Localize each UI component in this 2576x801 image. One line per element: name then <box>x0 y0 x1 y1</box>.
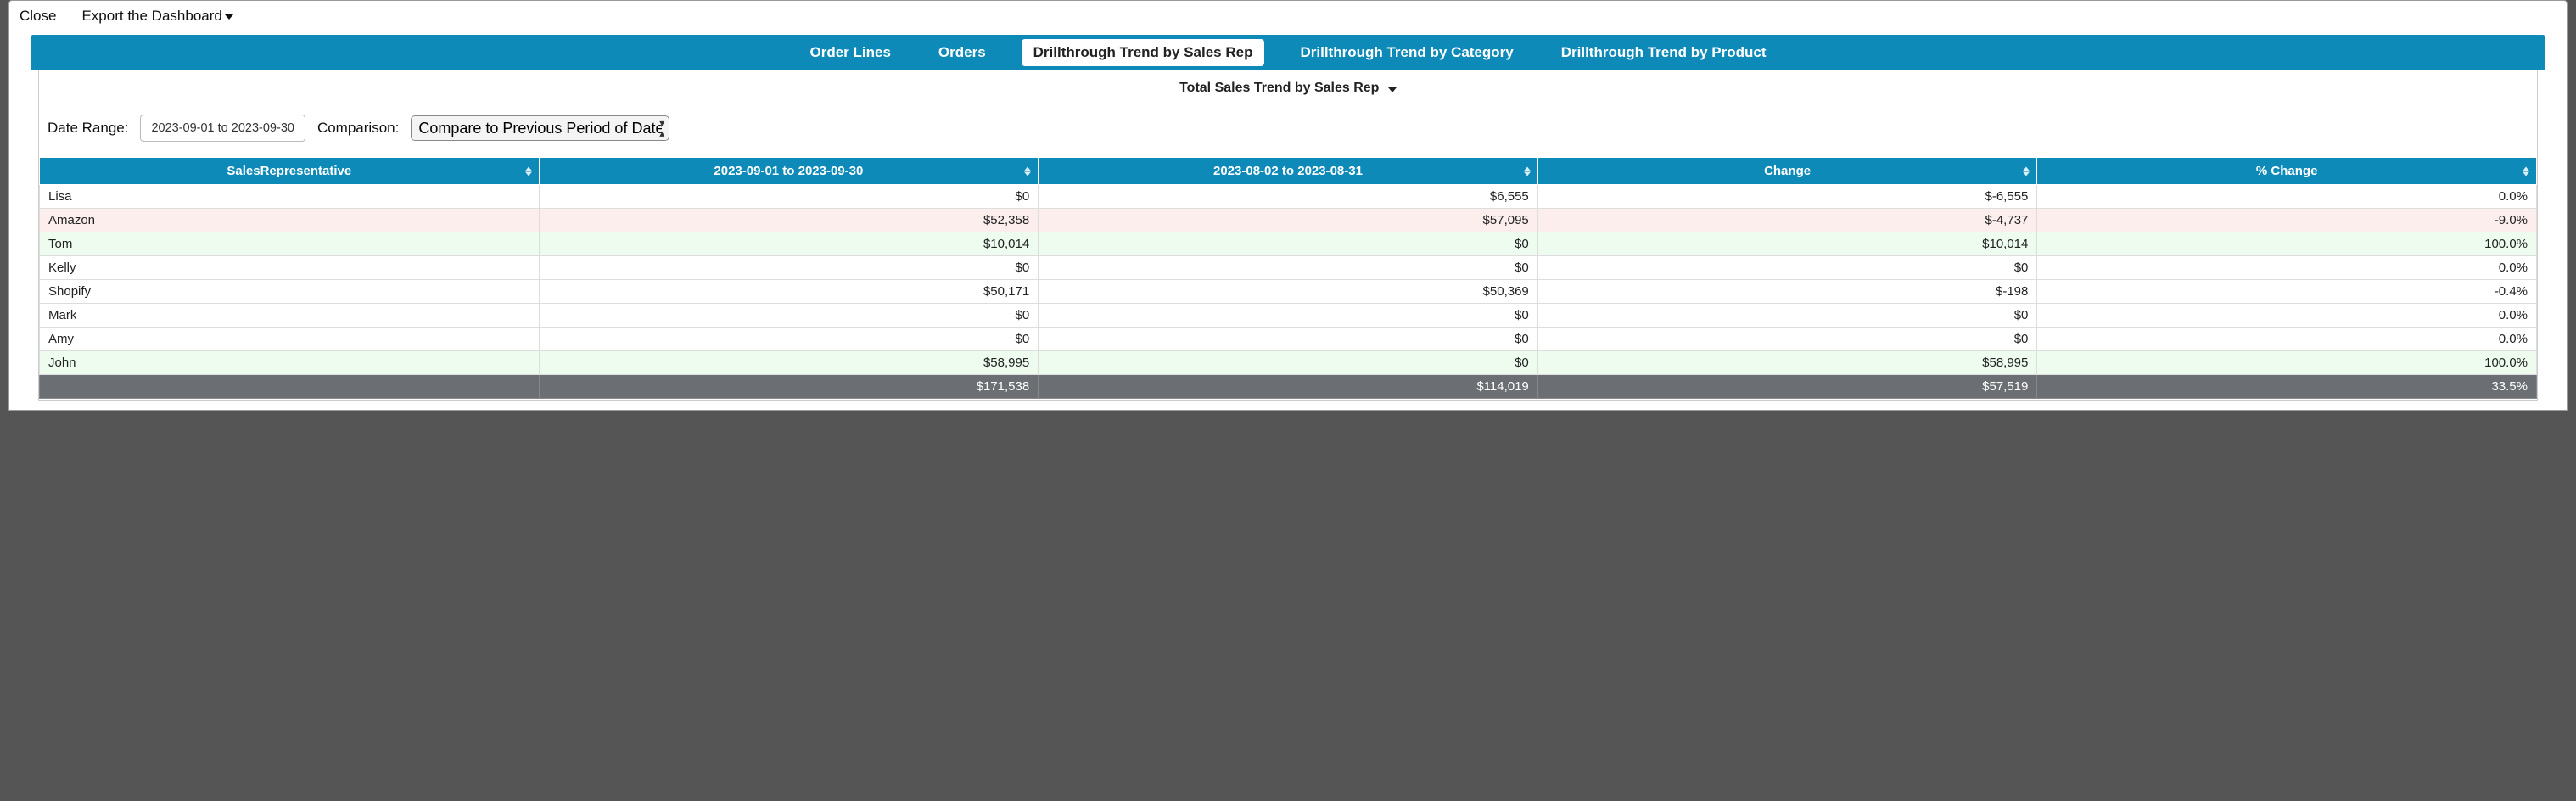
cell-period-current: $50,171 <box>539 280 1039 304</box>
export-dashboard-button[interactable]: Export the Dashboard <box>81 8 232 25</box>
col-period-current[interactable]: 2023-09-01 to 2023-09-30 <box>539 158 1039 185</box>
cell-sales-rep: Tom <box>40 232 540 256</box>
cell-change: $0 <box>1537 304 2037 328</box>
cell-period-current: $0 <box>539 304 1039 328</box>
table-row: Amy$0$0$00.0% <box>40 328 2537 351</box>
col-period-previous[interactable]: 2023-08-02 to 2023-08-31 <box>1039 158 1538 185</box>
col-sales-rep[interactable]: SalesRepresentative <box>40 158 540 185</box>
cell-pct-change: 100.0% <box>2037 351 2537 375</box>
cell-sales-rep: Mark <box>40 304 540 328</box>
modal-body: Order Lines Orders Drillthrough Trend by S… <box>9 35 2567 410</box>
caret-down-icon <box>1388 87 1397 92</box>
sort-icon <box>2023 166 2030 176</box>
cell-pct-change: 33.5% <box>2037 375 2537 399</box>
cell-change: $10,014 <box>1537 232 2037 256</box>
sales-trend-table: SalesRepresentative 2023-09-01 to 2023-0… <box>39 157 2537 399</box>
cell-change: $-4,737 <box>1537 209 2037 232</box>
tab-drillthrough-trend-by-sales-rep[interactable]: Drillthrough Trend by Sales Rep <box>1022 39 1265 66</box>
table-row: Kelly$0$0$00.0% <box>40 256 2537 280</box>
cell-period-current: $0 <box>539 328 1039 351</box>
comparison-select[interactable]: Compare to Previous Period of Date Range <box>411 115 669 141</box>
caret-down-icon <box>225 14 233 20</box>
col-change[interactable]: Change <box>1537 158 2037 185</box>
table-row: John$58,995$0$58,995100.0% <box>40 351 2537 375</box>
cell-pct-change: 100.0% <box>2037 232 2537 256</box>
cell-sales-rep: John <box>40 351 540 375</box>
modal-header: Close Export the Dashboard <box>9 1 2567 31</box>
cell-period-previous: $0 <box>1039 256 1538 280</box>
panel-title-dropdown[interactable]: Total Sales Trend by Sales Rep <box>39 70 2537 103</box>
close-label: Close <box>20 8 56 25</box>
tab-order-lines[interactable]: Order Lines <box>798 39 902 66</box>
sort-icon <box>2523 166 2529 176</box>
cell-change: $0 <box>1537 328 2037 351</box>
cell-period-previous: $114,019 <box>1039 375 1538 399</box>
cell-period-previous: $57,095 <box>1039 209 1538 232</box>
dashboard-modal: Close Export the Dashboard Order LinesOr… <box>8 0 2568 411</box>
cell-sales-rep <box>40 375 540 399</box>
cell-period-previous: $50,369 <box>1039 280 1538 304</box>
cell-sales-rep: Amazon <box>40 209 540 232</box>
table-row: Mark$0$0$00.0% <box>40 304 2537 328</box>
cell-period-current: $58,995 <box>539 351 1039 375</box>
cell-period-previous: $0 <box>1039 232 1538 256</box>
col-pct-change[interactable]: % Change <box>2037 158 2537 185</box>
comparison-label: Comparison: <box>317 120 399 137</box>
table-row: Shopify$50,171$50,369$-198-0.4% <box>40 280 2537 304</box>
table-row: Amazon$52,358$57,095$-4,737-9.0% <box>40 209 2537 232</box>
table-row: Lisa$0$6,555$-6,5550.0% <box>40 185 2537 209</box>
tabs-bar: Order Lines Orders Drillthrough Trend by S… <box>31 35 2545 70</box>
cell-change: $-6,555 <box>1537 185 2037 209</box>
cell-period-current: $52,358 <box>539 209 1039 232</box>
tab-orders[interactable]: Orders <box>927 39 998 66</box>
cell-period-previous: $0 <box>1039 328 1538 351</box>
cell-period-previous: $6,555 <box>1039 185 1538 209</box>
cell-change: $-198 <box>1537 280 2037 304</box>
cell-change: $0 <box>1537 256 2037 280</box>
table-header-row: SalesRepresentative 2023-09-01 to 2023-0… <box>40 158 2537 185</box>
cell-period-current: $0 <box>539 256 1039 280</box>
report-panel: Total Sales Trend by Sales Rep Date Rang… <box>38 70 2538 401</box>
cell-period-previous: $0 <box>1039 304 1538 328</box>
cell-period-current: $10,014 <box>539 232 1039 256</box>
cell-pct-change: -0.4% <box>2037 280 2537 304</box>
cell-sales-rep: Shopify <box>40 280 540 304</box>
cell-pct-change: 0.0% <box>2037 328 2537 351</box>
date-range-picker[interactable]: 2023-09-01 to 2023-09-30 <box>140 115 305 142</box>
cell-period-previous: $0 <box>1039 351 1538 375</box>
cell-sales-rep: Lisa <box>40 185 540 209</box>
filters-row: Date Range: 2023-09-01 to 2023-09-30 Com… <box>39 103 2537 157</box>
close-button[interactable]: Close <box>20 8 56 25</box>
col-sales-rep-label: SalesRepresentative <box>227 164 351 178</box>
col-period-current-label: 2023-09-01 to 2023-09-30 <box>714 164 863 178</box>
cell-pct-change: 0.0% <box>2037 256 2537 280</box>
cell-change: $57,519 <box>1537 375 2037 399</box>
date-range-label: Date Range: <box>48 120 128 137</box>
cell-pct-change: 0.0% <box>2037 304 2537 328</box>
sort-icon <box>525 166 532 176</box>
export-label: Export the Dashboard <box>81 8 221 25</box>
tab-drillthrough-trend-by-product[interactable]: Drillthrough Trend by Product <box>1549 39 1778 66</box>
sort-icon <box>1524 166 1531 176</box>
tab-drillthrough-trend-by-category[interactable]: Drillthrough Trend by Category <box>1288 39 1525 66</box>
table-row: Tom$10,014$0$10,014100.0% <box>40 232 2537 256</box>
col-change-label: Change <box>1764 164 1811 178</box>
cell-sales-rep: Kelly <box>40 256 540 280</box>
table-totals-row: $171,538$114,019$57,51933.5% <box>40 375 2537 399</box>
sort-icon <box>1024 166 1031 176</box>
col-period-previous-label: 2023-08-02 to 2023-08-31 <box>1213 164 1363 178</box>
cell-sales-rep: Amy <box>40 328 540 351</box>
cell-period-current: $0 <box>539 185 1039 209</box>
cell-period-current: $171,538 <box>539 375 1039 399</box>
comparison-select-wrap: Compare to Previous Period of Date Range… <box>411 115 669 141</box>
panel-title-text: Total Sales Trend by Sales Rep <box>1179 81 1379 95</box>
cell-change: $58,995 <box>1537 351 2037 375</box>
cell-pct-change: -9.0% <box>2037 209 2537 232</box>
cell-pct-change: 0.0% <box>2037 185 2537 209</box>
col-pct-change-label: % Change <box>2256 164 2318 178</box>
